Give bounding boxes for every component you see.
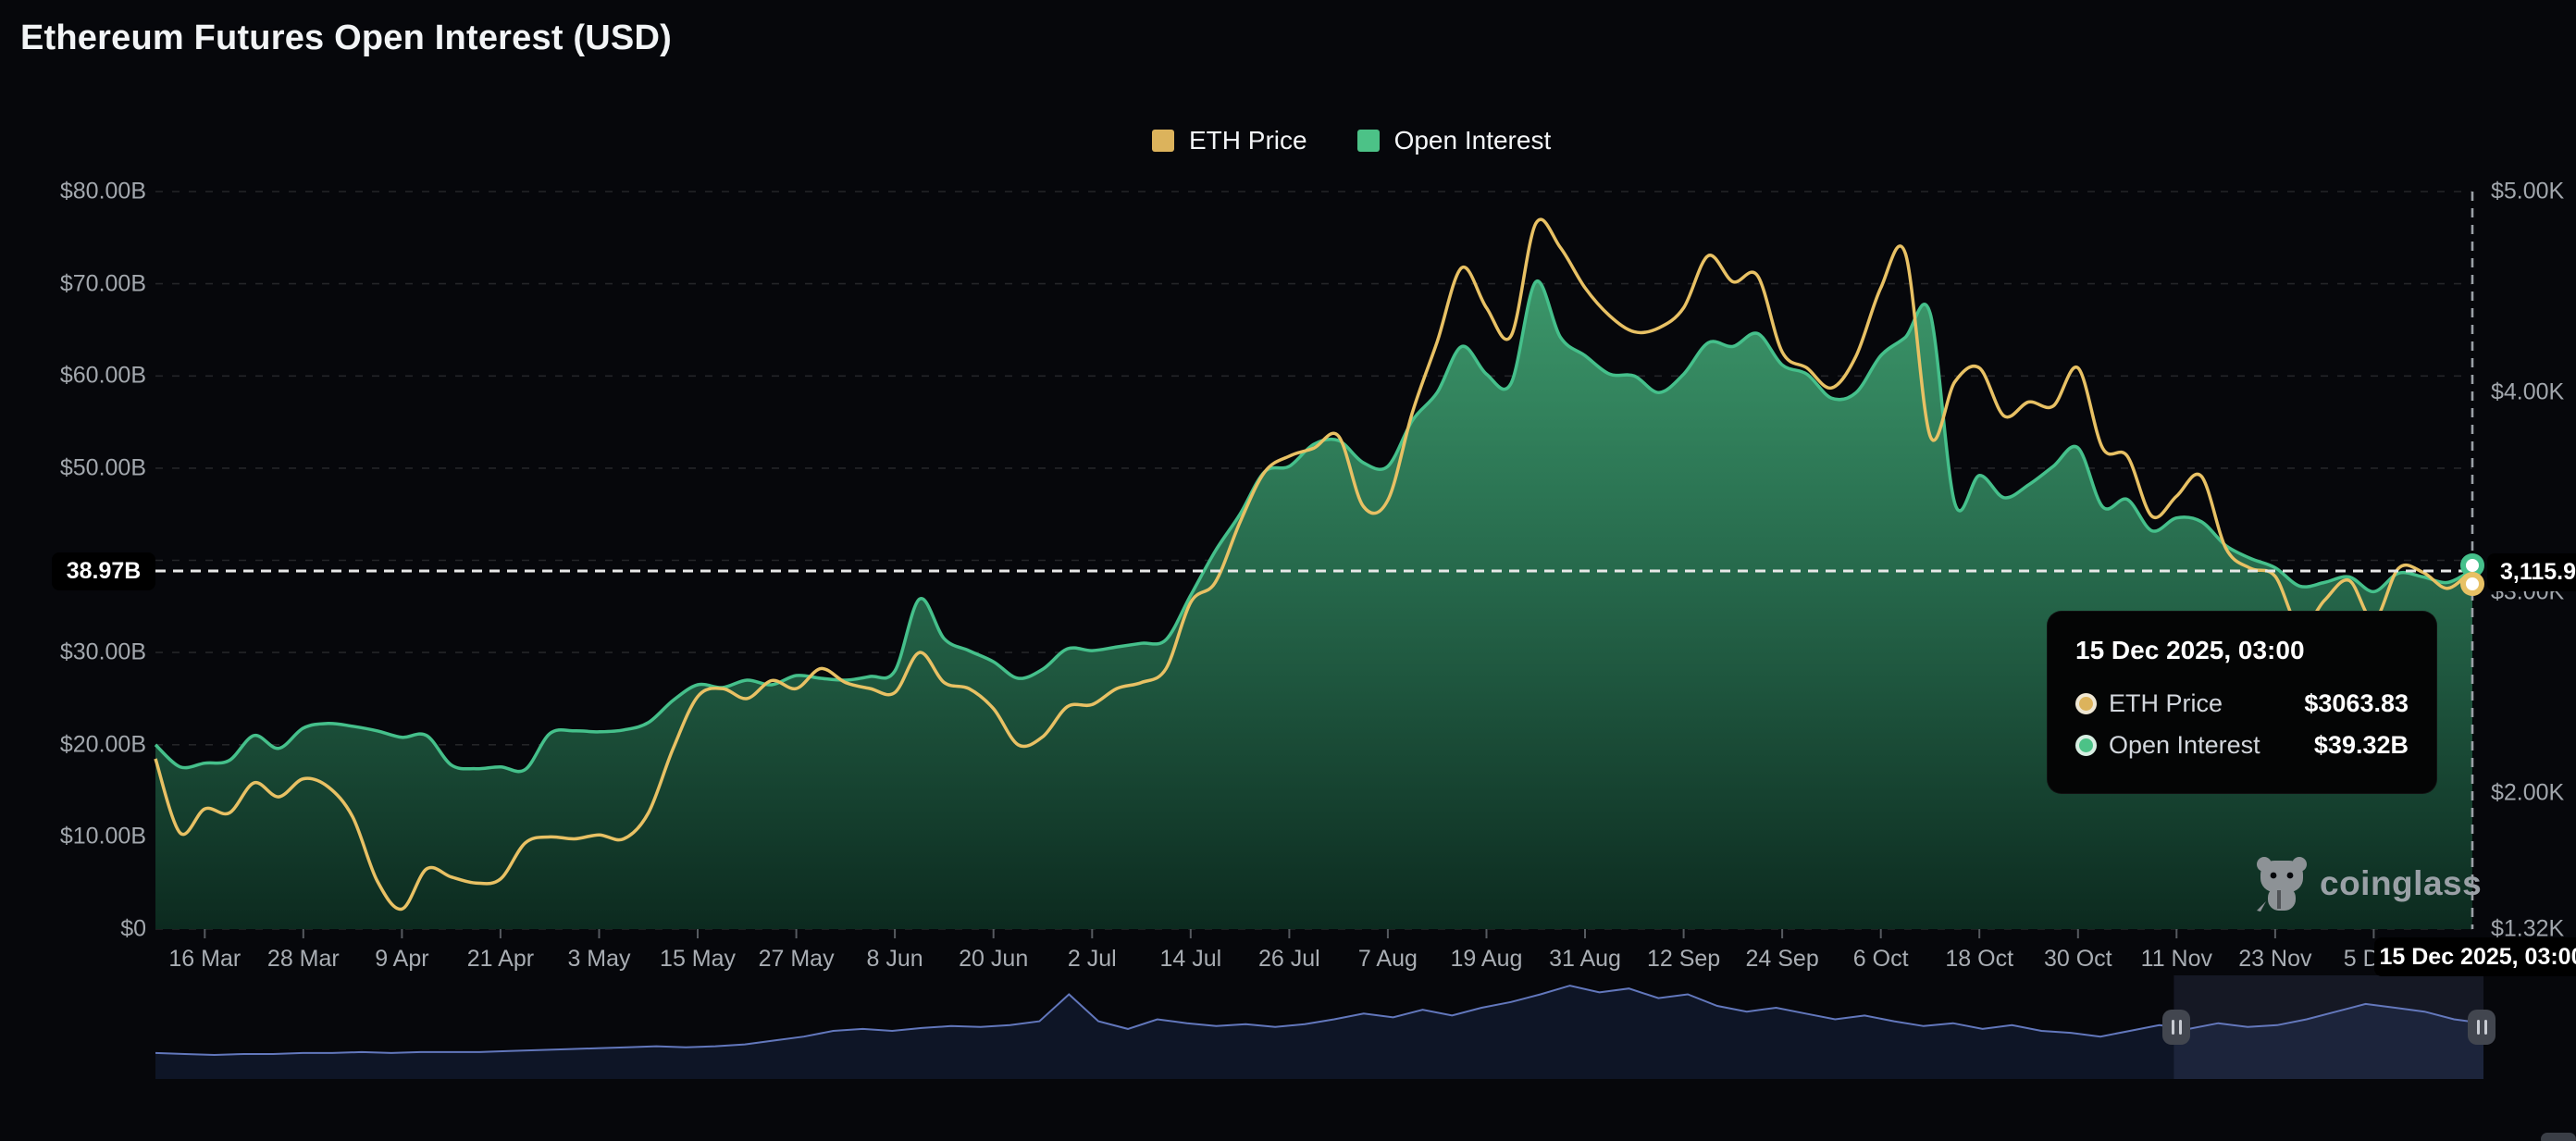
- current-open-interest-chip: 38.97B: [52, 552, 155, 590]
- tooltip-date: 15 Dec 2025, 03:00: [2075, 636, 2409, 665]
- eth-price-dot-icon: [2075, 693, 2097, 714]
- tooltip-row-open-interest: Open Interest $39.32B: [2075, 731, 2409, 760]
- watermark-text: coinglass: [2320, 864, 2482, 903]
- current-eth-price-chip: 3,115.90: [2487, 553, 2576, 591]
- open-interest-dot-icon: [2075, 735, 2097, 756]
- coinglass-chart-page: Ethereum Futures Open Interest (USD) ETH…: [0, 0, 2576, 1141]
- crosshair-date-chip: 15 Dec 2025, 03:00: [2374, 937, 2576, 976]
- navigator-right-handle[interactable]: [2468, 1010, 2496, 1045]
- scrollbar-sliver[interactable]: [2541, 1133, 2576, 1141]
- chart-plot-area[interactable]: [0, 0, 2576, 1141]
- coinglass-watermark: coinglass: [2255, 855, 2482, 912]
- coinglass-mascot-icon: [2255, 855, 2309, 912]
- hover-tooltip: 15 Dec 2025, 03:00 ETH Price $3063.83 Op…: [2047, 611, 2437, 794]
- tooltip-row-eth-price: ETH Price $3063.83: [2075, 689, 2409, 718]
- navigator-left-handle[interactable]: [2162, 1010, 2190, 1045]
